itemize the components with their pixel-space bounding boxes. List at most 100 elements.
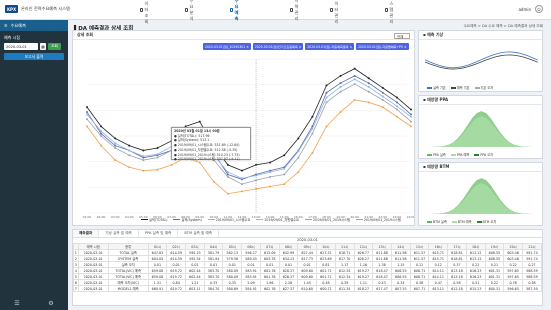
table-cell: 613.11 <box>428 285 449 292</box>
sidebar-header[interactable]: ≡ 수요예측 <box>0 20 68 31</box>
sidebar: ≡ 수요예측 예측 시점 2020-03-01 ▦ 조회 보고서 출력 ☰ ⚙ <box>0 20 68 310</box>
series-point <box>114 147 117 150</box>
nav-chart[interactable]: 수요분석 <box>185 0 195 21</box>
side-legend-label: 실측 기온 <box>433 86 446 90</box>
breadcrumb: 수요예측 > DA 수요 예측 > DA 예측결과 상세 조회 <box>463 24 543 28</box>
legend-swatch <box>305 218 312 221</box>
tab-3[interactable]: BTM 실측 및 예측 <box>178 230 220 237</box>
table-cell: 580.69 <box>222 285 243 292</box>
side-legend: PPA 실측 PPA 예측 PPA 오차 <box>419 152 542 157</box>
legend-item[interactable]: 실적(System) <box>173 217 202 222</box>
forecast-icon <box>230 8 233 12</box>
legend-swatch <box>141 218 148 221</box>
nav-label: 데이터 조회 <box>144 1 149 24</box>
series-point <box>114 144 117 147</box>
series-point <box>311 127 314 130</box>
side-legend-label: BTM 오차 <box>482 220 497 224</box>
logo[interactable]: KPX 온라인 전력수요예측 시스템 <box>5 5 70 13</box>
series-point <box>283 154 286 157</box>
nav-history[interactable]: 이력 관리 <box>290 0 300 21</box>
side-legend-item[interactable]: BTM 실측 <box>427 219 447 224</box>
app-title: 온라인 전력수요예측 시스템 <box>21 6 70 11</box>
series-point <box>156 153 159 156</box>
nav-gear[interactable]: 시스템관리 <box>385 1 395 24</box>
tooltip-line: ● 2019/09/01_2019시스템: 507.87 (-9.11) <box>174 157 240 162</box>
side-legend-item[interactable]: 기온 오차 <box>474 85 493 90</box>
side-legend-label: BTM 실측 <box>433 220 447 224</box>
series-point <box>311 115 314 118</box>
nav-database[interactable]: 데이터 조회 <box>140 1 150 24</box>
legend-item[interactable]: 2019/09/01_2019시스템 <box>305 217 350 222</box>
side-legend-item[interactable]: 예측 기온 <box>450 85 470 90</box>
side-legend: BTM 실측 BTM 예측 BTM 오차 <box>419 219 542 224</box>
series-point <box>142 149 145 152</box>
table-cell: 610.60 <box>297 285 318 292</box>
legend-swatch <box>450 154 456 156</box>
result-table: 예측 시점 종류 01시 02시 03시 04시 05시 06시 07시 08시 09시 10시 11시… <box>73 243 543 292</box>
side-legend-item[interactable]: PPA 실측 <box>427 152 446 157</box>
series-point <box>311 132 314 135</box>
series-point <box>240 169 243 172</box>
series-point <box>353 83 356 86</box>
legend-label: 실적(TOTAL) <box>149 218 168 222</box>
legend-item[interactable]: 2019/09/01_자원별수요 <box>256 217 299 222</box>
series-point <box>339 82 342 85</box>
top-bar: KPX 온라인 전력수요예측 시스템 데이터 조회 수요분석 수요예측 이력 관리 데이… <box>0 0 551 24</box>
series-point <box>325 84 328 87</box>
legend-swatch <box>451 221 457 223</box>
nav-label: 수요분석 <box>189 0 194 21</box>
side-legend-label: BTM 예측 <box>457 220 472 224</box>
table-cell: 584.91 <box>241 285 261 292</box>
series-point <box>325 96 328 99</box>
detail-panel-header: 상세 조회 <box>73 31 414 40</box>
series-point <box>269 171 272 174</box>
nav-label: 시스템관리 <box>389 1 394 24</box>
series-point <box>381 91 384 94</box>
side-chart <box>424 51 538 70</box>
side-legend-item[interactable]: BTM 예측 <box>451 219 472 224</box>
table-cell: 627.37 <box>278 285 299 292</box>
legend-item[interactable]: 실적(TOTAL) <box>141 217 167 222</box>
search-button[interactable]: 조회 <box>48 43 61 50</box>
table-cell: 618.27 <box>353 285 374 292</box>
side-legend-item[interactable]: BTM 오차 <box>476 219 497 224</box>
side-legend-item[interactable]: PPA 예측 <box>450 152 469 157</box>
table-row[interactable]: 7 2020-03-01 MODEL1 예측 660.91 619.72 603.11 58… <box>73 285 543 292</box>
side-legend-item[interactable]: 실측 기온 <box>427 85 446 90</box>
tab-1[interactable]: 기상 실측 및 예측 <box>99 230 139 237</box>
legend-swatch <box>476 221 482 223</box>
legend-swatch <box>474 154 480 156</box>
series-point <box>86 110 88 113</box>
side-legend-item[interactable]: PPA 오차 <box>474 152 493 157</box>
tab-0[interactable]: 예측결과 <box>73 230 100 237</box>
legend-item[interactable]: 2019/09/01_시스템수요 <box>207 217 250 222</box>
settings-icon[interactable]: ⚙ <box>48 300 53 307</box>
username[interactable]: admin <box>518 7 531 12</box>
series-point <box>395 96 398 99</box>
table-cell: 607.55 <box>390 285 411 292</box>
report-button[interactable]: 보고서 출력 <box>4 53 64 60</box>
logout-icon[interactable]: ⏻ <box>535 5 543 13</box>
tab-2[interactable]: PPA 실측 및 예측 <box>139 230 179 237</box>
filter-select[interactable]: 전체 <box>394 33 410 39</box>
legend-label: 실적(System) <box>181 218 202 222</box>
x-tick-label: 02:00 <box>97 215 106 219</box>
side-panel: ▪ 예측 기상실측 기온 예측 기온 기온 오차 <box>418 30 543 92</box>
nav-forecast[interactable]: 수요예측 <box>230 0 240 21</box>
calendar-icon[interactable]: ▦ <box>40 43 46 50</box>
series-point <box>198 120 201 123</box>
side-panel-title: ▪ 예측 기상 <box>419 31 542 40</box>
list-icon[interactable]: ☰ <box>14 300 19 307</box>
nav-folder[interactable]: 데이터 관리 <box>330 1 340 24</box>
series-point <box>367 77 370 80</box>
table-cell: 602.76 <box>259 285 280 292</box>
series-point <box>297 137 300 140</box>
legend-item[interactable]: 2019/09/01_2019시스템 <box>355 217 401 222</box>
series-point <box>86 118 88 121</box>
result-table-panel: 예측결과 기상 실측 및 예측 PPA 실측 및 예측 BTM 실측 및 예측 202… <box>72 229 543 306</box>
side-legend-label: 예측 기온 <box>456 86 470 90</box>
series-point <box>240 190 243 193</box>
date-input[interactable]: 2020-03-01 <box>4 43 38 50</box>
forecast-area <box>425 183 538 214</box>
series-point <box>100 132 103 135</box>
